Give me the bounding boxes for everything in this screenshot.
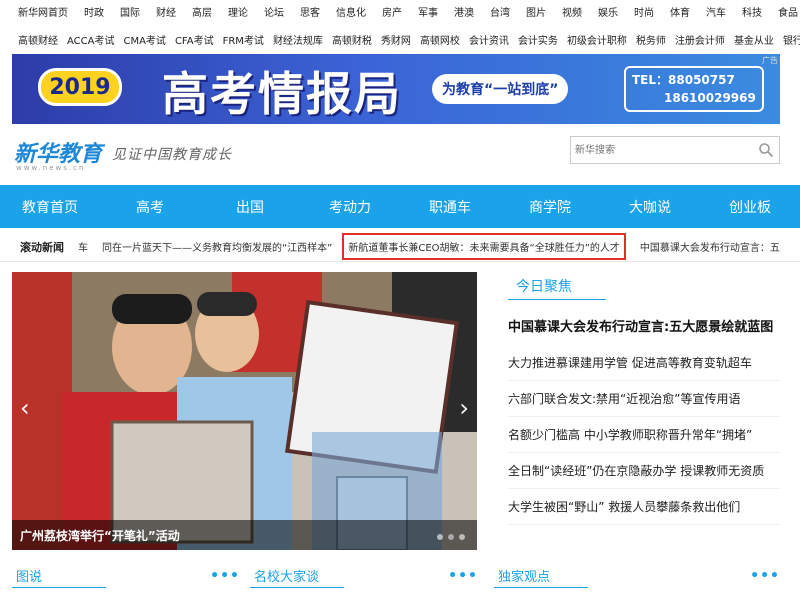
main-navigation: 教育首页 高考 出国 考动力 职通车 商学院 大咖说 创业板 [0,185,800,228]
focus-news-item[interactable]: 名额少门槛高 中小学教师职称晋升常年“拥堵” [508,417,780,453]
focus-lead-headline[interactable]: 中国慕课大会发布行动宣言:五大愿景绘就蓝图 [508,316,780,335]
topnav-theory[interactable]: 理论 [228,4,248,19]
partner-link[interactable]: 高顿财经 [18,32,58,47]
partner-link[interactable]: FRM考试 [223,32,264,47]
search-input[interactable] [571,137,753,163]
site-logo-domain: www.news.cn [16,164,86,172]
nav-gaokao[interactable]: 高考 [100,197,200,217]
partner-link[interactable]: 秀财网 [381,32,411,47]
nav-business-school[interactable]: 商学院 [500,197,600,217]
partner-link[interactable]: 财经法规库 [273,32,323,47]
ad-tag: 广告 [762,56,778,65]
partner-link[interactable]: 注册会计师 [675,32,725,47]
banner-tel-primary: 88050757 [668,73,735,87]
slider-dot[interactable] [437,534,443,540]
partner-link[interactable]: 高顿网校 [420,32,460,47]
partner-link[interactable]: CMA考试 [123,32,165,47]
header: 新华教育 www.news.cn 见证中国教育成长 [0,126,800,182]
topnav-leadership[interactable]: 高层 [192,4,212,19]
nav-education-home[interactable]: 教育首页 [0,197,100,217]
section-title[interactable]: 名校大家谈 [250,564,344,588]
partner-link[interactable]: 会计资讯 [469,32,509,47]
ticker-item-highlighted[interactable]: 新航道董事长兼CEO胡敏：未来需要具备“全球胜任力”的人才 [342,233,626,260]
topnav-hkmacau[interactable]: 港澳 [454,4,474,19]
today-focus-panel: 今日聚焦 中国慕课大会发布行动宣言:五大愿景绘就蓝图 大力推进慕课建用学管 促进… [508,272,780,525]
topnav-sports[interactable]: 体育 [670,4,690,19]
nav-career[interactable]: 职通车 [400,197,500,217]
topnav-military[interactable]: 军事 [418,4,438,19]
topnav-it[interactable]: 信息化 [336,4,366,19]
topnav-video[interactable]: 视频 [562,4,582,19]
partner-link[interactable]: 银行招聘 [783,32,800,47]
ticker-item[interactable]: 车 [78,239,88,254]
site-tagline: 见证中国教育成长 [112,147,232,163]
slider-next-arrow[interactable]: › [459,394,469,422]
search-button[interactable] [753,137,779,163]
banner-tel-label: TEL： [632,73,669,87]
partner-link[interactable]: 高顿财税 [332,32,372,47]
slider-dot[interactable] [459,534,465,540]
search-box [570,136,780,164]
topnav-food[interactable]: 食品 [778,4,798,19]
topnav-politics[interactable]: 时政 [84,4,104,19]
topnav-international[interactable]: 国际 [120,4,140,19]
partner-link[interactable]: ACCA考试 [67,32,114,47]
section-photo-talk: 图说 ••• [12,564,240,590]
banner-ad[interactable]: 2019 高考情报局 为教育“一站到底” TEL：88050757 186100… [12,54,780,124]
section-famous-schools: 名校大家谈 ••• [250,564,478,590]
more-icon[interactable]: ••• [448,568,478,584]
nav-exam-power[interactable]: 考动力 [300,197,400,217]
more-icon[interactable]: ••• [210,568,240,584]
ticker-item[interactable]: 中国慕课大会发布行动宣言：五 [640,239,780,254]
ticker-item[interactable]: 同在一片蓝天下——义务教育均衡发展的“江西样本” [102,239,332,254]
partner-links: 高顿财经 ACCA考试 CMA考试 CFA考试 FRM考试 财经法规库 高顿财税… [0,28,800,50]
partner-link[interactable]: 税务师 [636,32,666,47]
search-icon [759,143,774,158]
banner-year-badge: 2019 [38,68,122,106]
partner-link[interactable]: CFA考试 [175,32,214,47]
section-title[interactable]: 独家观点 [494,564,588,588]
nav-study-abroad[interactable]: 出国 [200,197,300,217]
focus-news-item[interactable]: 大学生被困“野山” 救援人员攀藤条救出他们 [508,489,780,525]
top-navigation: 新华网首页 时政 国际 财经 高层 理论 论坛 思客 信息化 房产 军事 港澳 … [0,0,800,22]
focus-news-item[interactable]: 六部门联合发文:禁用“近视治愈”等宣传用语 [508,381,780,417]
slider-caption[interactable]: 广州荔枝湾举行“开笔礼”活动 [12,520,477,550]
nav-startup[interactable]: 创业板 [700,197,800,217]
topnav-home[interactable]: 新华网首页 [18,4,68,19]
focus-title: 今日聚焦 [508,272,606,300]
partner-link[interactable]: 基金从业 [734,32,774,47]
focus-news-item[interactable]: 大力推进慕课建用学管 促进高等教育变轨超车 [508,345,780,381]
topnav-finance[interactable]: 财经 [156,4,176,19]
slider-prev-arrow[interactable]: ‹ [20,394,30,422]
slider-dots [437,534,465,540]
slider-photo [12,272,477,550]
topnav-forum[interactable]: 论坛 [264,4,284,19]
topnav-photos[interactable]: 图片 [526,4,546,19]
topnav-entertainment[interactable]: 娱乐 [598,4,618,19]
nav-expert-talk[interactable]: 大咖说 [600,197,700,217]
ticker-label: 滚动新闻 [20,240,64,254]
partner-link[interactable]: 会计实务 [518,32,558,47]
partner-link[interactable]: 初级会计职称 [567,32,627,47]
banner-contact: TEL：88050757 18610029969 [624,66,764,112]
topnav-fashion[interactable]: 时尚 [634,4,654,19]
topnav-taiwan[interactable]: 台湾 [490,4,510,19]
focus-news-item[interactable]: 全日制“读经班”仍在京隐蔽办学 授课教师无资质 [508,453,780,489]
topnav-tech[interactable]: 科技 [742,4,762,19]
banner-tel-secondary: 18610029969 [664,91,756,105]
photo-slider[interactable]: ‹ › 广州荔枝湾举行“开笔礼”活动 [12,272,477,550]
topnav-realestate[interactable]: 房产 [382,4,402,19]
banner-slogan: 为教育“一站到底” [432,74,569,104]
section-exclusive-views: 独家观点 ••• [494,564,780,590]
topnav-auto[interactable]: 汽车 [706,4,726,19]
topnav-thinker[interactable]: 思客 [300,4,320,19]
more-icon[interactable]: ••• [750,568,780,584]
slider-dot-active[interactable] [448,534,454,540]
banner-headline: 高考情报局 [162,67,402,121]
news-ticker: 滚动新闻 车 同在一片蓝天下——义务教育均衡发展的“江西样本” 新航道董事长兼C… [0,232,800,262]
section-title[interactable]: 图说 [12,564,106,588]
